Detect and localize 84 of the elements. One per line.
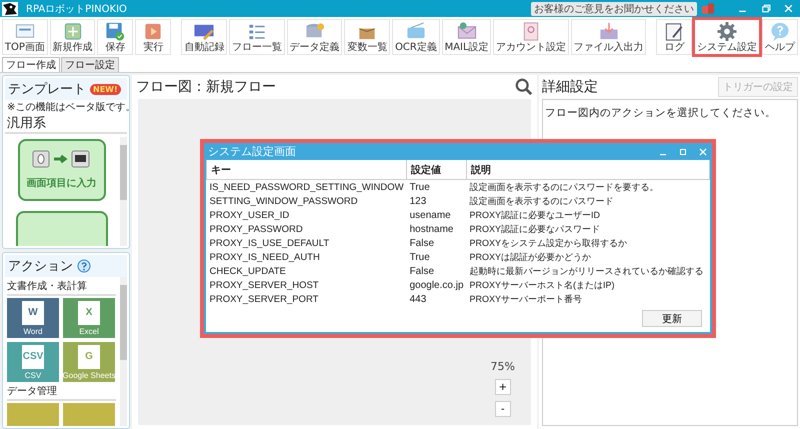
zoom-in-button[interactable]: + (494, 379, 511, 395)
maximize-icon[interactable] (678, 146, 688, 156)
table-cell-text: PROXY認証に必要なユーザーID (468, 208, 602, 222)
toolbar-button[interactable]: 自動記録 (181, 19, 228, 55)
zoom-level: 75% (490, 360, 515, 373)
toolbar-button[interactable]: ヘルプ (762, 19, 798, 55)
close-icon[interactable] (783, 3, 794, 14)
floppy-disk-icon (104, 21, 126, 42)
details-title: 詳細設定 (542, 78, 598, 96)
flow-title: フロー図：新規フロー (136, 78, 277, 96)
toolbar-button[interactable]: データ定義 (286, 19, 342, 55)
table-cell-text: PROXYは認証が必要かどうか (468, 250, 592, 264)
table-cell-text: 123 (408, 194, 428, 208)
table-cell-text: PROXY_IS_USE_DEFAULT (208, 236, 330, 250)
table-cell-text: False (408, 264, 436, 278)
table-cell: IS_NEED_PASSWORD_SETTING_WINDOW (206, 180, 407, 194)
column-header: 説明 (466, 160, 710, 180)
table-cell-text: PROXYサーバーホスト名(またはIP) (468, 278, 616, 292)
toolbar-button[interactable]: 変数一覧 (344, 19, 390, 55)
table-cell: True (406, 180, 467, 194)
document-icon: W (22, 300, 44, 324)
mailbox-icon (701, 2, 715, 15)
toolbar-button[interactable]: アカウント設定 (493, 19, 569, 55)
search-icon[interactable] (515, 78, 533, 96)
table-cell-text: PROXY_USER_ID (208, 208, 290, 222)
toolbar-button[interactable]: TOP画面 (2, 19, 48, 55)
table-cell-text: SETTING_WINDOW_PASSWORD (208, 194, 359, 208)
close-icon[interactable] (698, 146, 708, 156)
toolbar-button[interactable]: フロー一覧 (229, 19, 285, 55)
zoom-out-button[interactable]: - (494, 401, 511, 417)
table-cell-text: PROXYをシステム設定から取得するか (468, 236, 628, 250)
toolbar-button[interactable]: システム設定 (694, 19, 760, 55)
dialog-title: システム設定画面 (208, 144, 296, 159)
toolbar-button[interactable]: MAIL設定 (442, 19, 492, 55)
new-badge: NEW! (90, 84, 121, 94)
window-title: RPAロボットPINOKIO (26, 2, 127, 16)
table-cell-text: PROXY_SERVER_HOST (208, 278, 320, 292)
table-cell-text: PROXY_IS_NEED_AUTH (208, 250, 321, 264)
document-icon: CSV (22, 344, 44, 368)
panel-title: アクション (8, 258, 73, 275)
group-heading: データ管理 (7, 384, 116, 401)
table-cell-text: 443 (408, 292, 428, 306)
column-header: キー (206, 160, 407, 180)
toolbar-button[interactable]: OCR定義 (392, 19, 440, 55)
mouse-to-keyboard-icon (32, 150, 92, 170)
scrollbar[interactable] (120, 277, 127, 426)
restore-icon[interactable] (760, 3, 771, 14)
tab[interactable]: フロー作成 (2, 57, 60, 72)
table-cell-text: PROXYサーバーポート番号 (468, 292, 584, 306)
notepad-icon (663, 21, 686, 42)
table-cell-text: hostname (408, 222, 454, 236)
download-tray-icon (598, 21, 620, 42)
toolbar-button[interactable]: 実行 (135, 19, 172, 55)
column-header: 設定値 (406, 160, 467, 180)
details-message: フロー図内のアクションを選択してください。 (545, 107, 776, 119)
table-cell-text: google.co.jp (408, 278, 465, 292)
table-cell-text: CHECK_UPDATE (208, 264, 287, 278)
table-cell-text: 設定画面を表示するのにパスワード (468, 194, 615, 208)
action-tile[interactable]: W Word (7, 298, 59, 338)
beta-note: ※この機能はベータ版です。 (6, 100, 127, 114)
table-cell-text: PROXY_SERVER_PORT (208, 292, 320, 306)
document-icon: X (78, 300, 100, 324)
help-icon[interactable] (77, 259, 91, 273)
table-cell-text: True (408, 250, 431, 264)
table-cell-text: 起動時に最新バージョンがリリースされているか確認する (468, 264, 705, 278)
toolbar-button[interactable]: ファイル入出力 (570, 19, 646, 55)
toolbar-button[interactable]: ログ (656, 19, 692, 55)
group-heading: 文書作成・表計算 (7, 279, 116, 296)
table-cell-text: PROXY認証に必要なパスワード (468, 222, 602, 236)
settings-icon (716, 21, 738, 42)
table-cell-text: PROXY_PASSWORD (208, 222, 304, 236)
table-cell: 設定画面を表示するのにパスワードを要する。 (466, 180, 710, 194)
toolbar-button[interactable]: 保存 (97, 19, 134, 55)
update-button[interactable]: 更新 (642, 310, 702, 327)
table-cell-text: False (408, 236, 436, 250)
feedback-link[interactable]: お客様のご意見をお聞かせください (531, 2, 697, 16)
table-cell-text: usename (408, 208, 452, 222)
tab[interactable]: フロー設定 (61, 57, 119, 72)
panel-title: テンプレート (8, 81, 86, 98)
scrollbar[interactable] (120, 137, 127, 246)
category-heading: 汎用系 (5, 114, 127, 134)
help-icon (769, 21, 792, 42)
document-icon: G (78, 344, 100, 368)
toolbar-button[interactable]: 新規作成 (50, 19, 96, 55)
